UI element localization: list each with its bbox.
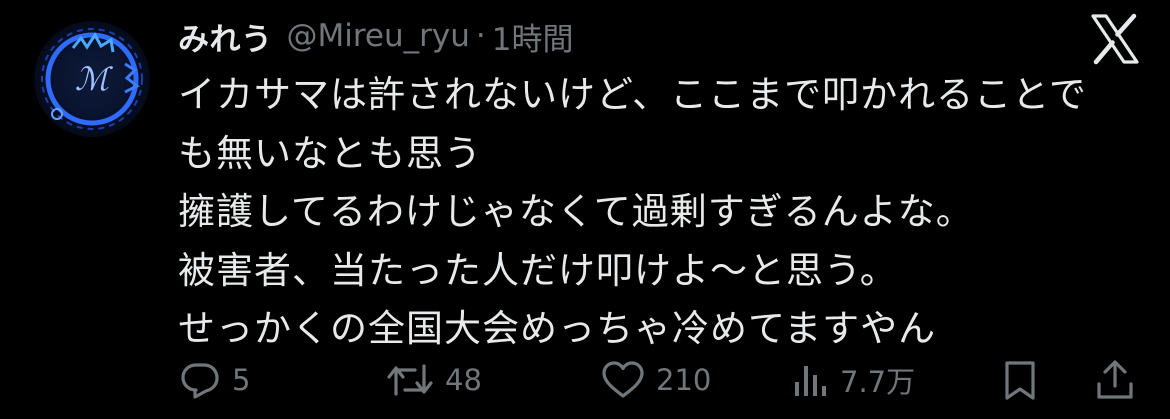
svg-text:ℳ: ℳ — [75, 60, 114, 98]
author-handle[interactable]: @Mireu_ryu — [287, 18, 470, 54]
reply-icon — [181, 363, 219, 399]
reply-button[interactable]: 5 — [178, 352, 250, 408]
separator-dot: · — [475, 18, 486, 54]
tweet[interactable]: ℳ みれう @Mireu_ryu · 1時間 イカサマは許されないけど、ここまで… — [0, 0, 1170, 419]
views-button[interactable]: 7.7万 — [790, 352, 915, 408]
like-button[interactable]: 210 — [600, 352, 711, 408]
bookmark-button[interactable] — [1000, 352, 1040, 408]
action-bar: 5 48 210 7.7万 — [178, 352, 1138, 408]
views-count: 7.7万 — [840, 365, 916, 399]
avatar[interactable]: ℳ — [33, 20, 151, 138]
author-display-name[interactable]: みれう — [178, 14, 273, 59]
share-button[interactable] — [1093, 352, 1137, 408]
tweet-text-line: せっかくの全国大会めっちゃ冷めてますやん — [178, 307, 937, 350]
tweet-text-line: 被害者、当たった人だけ叩けよ〜と思う。 — [178, 248, 898, 292]
bookmark-icon — [1005, 361, 1035, 400]
tweet-text: イカサマは許されないけど、ここまで叩かれることで も無いなとも思う 擁護してるわ… — [178, 66, 1138, 359]
timestamp[interactable]: 1時間 — [492, 14, 574, 59]
tweet-text-line: 擁護してるわけじゃなくて過剰すぎるんよな。 — [178, 190, 974, 233]
tweet-text-line: も無いなとも思う — [178, 131, 482, 175]
heart-icon — [602, 361, 644, 398]
tweet-header: みれう @Mireu_ryu · 1時間 — [178, 14, 573, 58]
repost-icon — [387, 364, 433, 396]
views-icon — [795, 366, 826, 396]
tweet-text-line: イカサマは許されないけど、ここまで叩かれることで — [178, 73, 1088, 116]
share-icon — [1097, 360, 1133, 399]
avatar-blue-emblem: ℳ — [34, 21, 150, 137]
reply-count: 5 — [232, 363, 251, 397]
x-logo-icon — [1089, 13, 1141, 65]
repost-count: 48 — [445, 363, 482, 397]
like-count: 210 — [656, 363, 712, 397]
repost-button[interactable]: 48 — [385, 352, 482, 408]
